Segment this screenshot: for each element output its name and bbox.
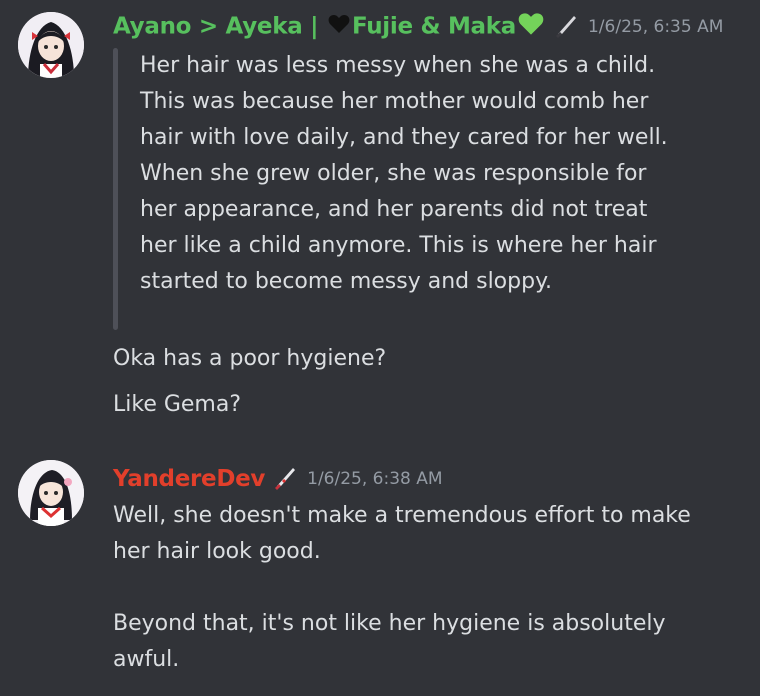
message-header: YandereDev 1/6/25, 6:38 AM	[113, 464, 443, 494]
message-line: Oka has a poor hygiene?	[113, 346, 387, 371]
message-header: Ayano > Ayeka | Fujie & Maka 1/6/25, 6:3…	[113, 12, 723, 42]
username[interactable]: YandereDev	[113, 466, 265, 492]
timestamp[interactable]: 1/6/25, 6:35 AM	[588, 17, 723, 37]
quote-text: Her hair was less messy when she was a c…	[140, 53, 668, 294]
message-ayano: Ayano > Ayeka | Fujie & Maka 1/6/25, 6:3…	[0, 0, 760, 440]
avatar-image	[18, 12, 84, 78]
message-text: Well, she doesn't make a tremendous effo…	[113, 503, 691, 672]
username-suffix: Fujie & Maka	[351, 13, 516, 40]
username-text: Ayano > Ayeka |	[113, 13, 326, 40]
avatar-image	[18, 460, 84, 526]
green-heart-icon	[518, 12, 544, 42]
quote-bar	[113, 48, 118, 330]
avatar-yanderedev[interactable]	[18, 460, 84, 526]
timestamp[interactable]: 1/6/25, 6:38 AM	[307, 469, 442, 489]
knife-icon[interactable]	[273, 464, 299, 494]
message-line: Like Gema?	[113, 392, 242, 417]
username[interactable]: Ayano > Ayeka | Fujie & Maka	[113, 12, 546, 42]
knife-icon[interactable]	[554, 12, 580, 42]
avatar-ayano[interactable]	[18, 12, 84, 78]
black-heart-icon	[328, 14, 350, 40]
